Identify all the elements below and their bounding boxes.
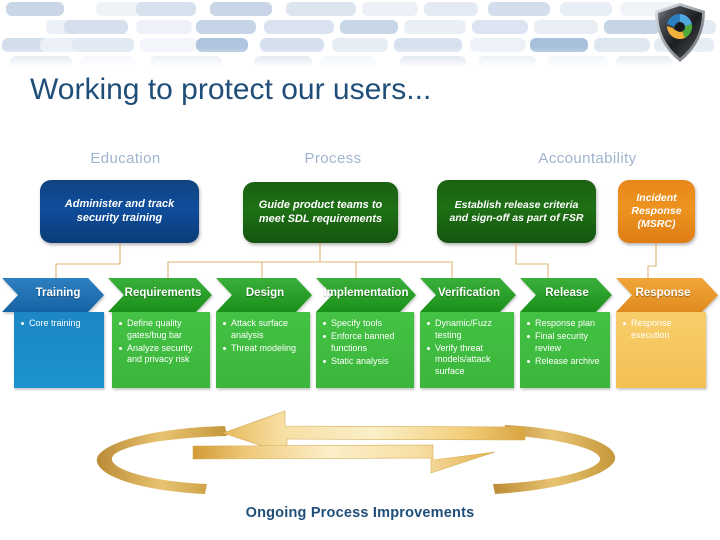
category-heading-process: Process bbox=[304, 150, 362, 167]
sdl-phase-band: Training Requirements Design Implementat… bbox=[0, 276, 720, 392]
phase-item: Attack surface analysis bbox=[222, 318, 308, 341]
phase-items-training: Core training bbox=[20, 318, 104, 331]
phase-items-response: Response execution bbox=[622, 318, 704, 343]
phase-item: Release archive bbox=[526, 356, 608, 368]
phase-item: Dynamic/Fuzz testing bbox=[426, 318, 512, 341]
security-shield-icon bbox=[652, 2, 708, 64]
phase-item: Enforce banned functions bbox=[322, 331, 412, 354]
cycle-label: Ongoing Process Improvements bbox=[245, 505, 475, 521]
phase-item: Threat modeling bbox=[222, 343, 308, 355]
category-heading-education: Education bbox=[90, 150, 161, 167]
phase-items-design: Attack surface analysis Threat modeling bbox=[222, 318, 308, 356]
phase-items-requirements: Define quality gates/bug bar Analyze secu… bbox=[118, 318, 208, 367]
callout-incident-response[interactable]: Incident Response (MSRC) bbox=[618, 180, 695, 243]
callout-process-text: Guide product teams to meet SDL requirem… bbox=[258, 199, 383, 225]
page-title: Working to protect our users... bbox=[30, 73, 432, 106]
callout-process[interactable]: Guide product teams to meet SDL requirem… bbox=[243, 182, 398, 243]
callout-incident-text: Incident Response (MSRC) bbox=[631, 192, 682, 230]
phase-item: Final security review bbox=[526, 331, 608, 354]
callout-release-criteria[interactable]: Establish release criteria and sign-off … bbox=[437, 180, 596, 243]
callout-release-text: Establish release criteria and sign-off … bbox=[449, 198, 584, 224]
phase-item: Analyze security and privacy risk bbox=[118, 343, 208, 366]
phase-item: Response plan bbox=[526, 318, 608, 330]
phase-item: Static analysis bbox=[322, 356, 412, 368]
phase-items-release: Response plan Final security review Releas… bbox=[526, 318, 608, 369]
phase-item: Specify tools bbox=[322, 318, 412, 330]
phase-item: Define quality gates/bug bar bbox=[118, 318, 208, 341]
phase-items-verification: Dynamic/Fuzz testing Verify threat models… bbox=[426, 318, 512, 379]
category-heading-accountability: Accountability bbox=[538, 150, 637, 167]
ongoing-improvement-cycle-arrow bbox=[85, 398, 635, 510]
phase-item: Core training bbox=[20, 318, 104, 330]
callout-education[interactable]: Administer and track security training bbox=[40, 180, 199, 243]
header-decorative-band bbox=[0, 0, 720, 68]
callout-education-text: Administer and track security training bbox=[64, 198, 175, 224]
phase-items-implementation: Specify tools Enforce banned functions Sta… bbox=[322, 318, 412, 369]
phase-item: Verify threat models/attack surface bbox=[426, 343, 512, 378]
phase-item: Response execution bbox=[622, 318, 704, 341]
